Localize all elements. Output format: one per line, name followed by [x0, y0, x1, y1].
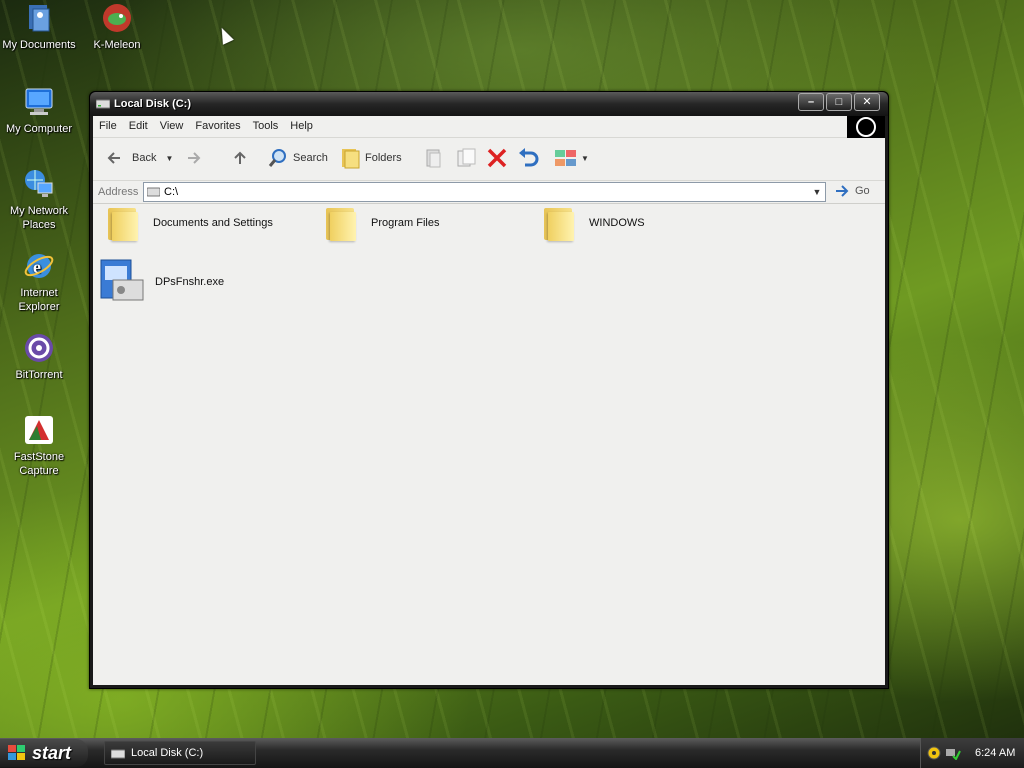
file-item-folder[interactable]: Documents and Settings: [105, 204, 273, 242]
search-button[interactable]: Search: [268, 147, 328, 169]
up-button[interactable]: [231, 147, 249, 169]
menu-help[interactable]: Help: [284, 116, 319, 132]
my-documents-icon: [23, 2, 55, 34]
installer-exe-icon: [100, 259, 144, 301]
tray-network-icon[interactable]: [945, 746, 961, 760]
explorer-window: Local Disk (C:) – □ ✕ File Edit View Favori…: [89, 91, 889, 689]
internet-explorer-icon: e: [23, 250, 55, 282]
copy-to-icon: [457, 148, 476, 167]
window-body: File Edit View Favorites Tools Help Back ▼ Se…: [93, 116, 885, 685]
up-arrow-icon: [234, 151, 246, 164]
desktop-icon-label: Internet Explorer: [18, 287, 60, 313]
go-button[interactable]: Go: [835, 184, 870, 198]
desktop-icon-label: My Computer: [5, 123, 73, 135]
folder-icon: [323, 204, 357, 242]
views-icon: [555, 150, 576, 166]
toolbar: Back ▼ Search Folders ▼: [93, 138, 885, 181]
copy-to-button[interactable]: [455, 147, 477, 169]
back-arrow-icon: [107, 152, 120, 164]
back-label: Back: [132, 152, 157, 164]
folders-label: Folders: [365, 152, 402, 164]
bittorrent-icon: [23, 332, 55, 364]
start-button[interactable]: start: [0, 739, 88, 767]
menu-bar: File Edit View Favorites Tools Help: [93, 116, 885, 138]
menu-file[interactable]: File: [93, 116, 123, 132]
desktop-icon-label: FastStone Capture: [13, 451, 65, 477]
desktop-icon-internet-explorer[interactable]: e Internet Explorer: [0, 250, 78, 314]
drive-icon: [147, 187, 160, 197]
file-item-name: Documents and Settings: [153, 217, 273, 229]
delete-button[interactable]: [486, 147, 508, 169]
folder-icon: [105, 204, 139, 242]
menu-favorites[interactable]: Favorites: [189, 116, 246, 132]
move-to-button[interactable]: [423, 147, 443, 169]
file-item-name: Program Files: [371, 217, 440, 229]
views-dropdown-icon: ▼: [581, 153, 589, 163]
tray-clock[interactable]: 6:24 AM: [975, 747, 1015, 759]
menu-tools[interactable]: Tools: [247, 116, 285, 132]
desktop-icon-label: My Network Places: [9, 205, 69, 231]
window-title: Local Disk (C:): [114, 98, 192, 110]
minimize-button[interactable]: –: [798, 93, 824, 111]
taskbar: start Local Disk (C:) 6:24 AM: [0, 738, 1024, 768]
file-item-folder[interactable]: WINDOWS: [541, 204, 645, 242]
folders-button[interactable]: Folders: [340, 147, 402, 169]
file-item-name: DPsFnshr.exe: [155, 276, 225, 288]
drive-icon: [96, 99, 110, 109]
menu-view[interactable]: View: [154, 116, 190, 132]
forward-arrow-icon: [188, 152, 201, 164]
move-to-icon: [426, 149, 441, 168]
mouse-cursor-icon: [216, 25, 234, 45]
search-icon: [268, 149, 286, 167]
undo-icon: [519, 148, 539, 167]
system-tray: 6:24 AM: [920, 738, 1024, 768]
address-value: C:\: [164, 186, 179, 198]
window-titlebar[interactable]: Local Disk (C:) – □ ✕: [90, 92, 888, 116]
desktop-icon-label: BitTorrent: [15, 369, 63, 381]
go-label: Go: [855, 185, 870, 197]
desktop-icon-label: K-Meleon: [93, 39, 141, 51]
menu-edit[interactable]: Edit: [123, 116, 154, 132]
start-label: start: [32, 742, 72, 763]
file-item-name: WINDOWS: [589, 217, 645, 229]
back-dropdown-icon[interactable]: ▼: [165, 154, 173, 163]
desktop-icon-bittorrent[interactable]: BitTorrent: [0, 332, 78, 382]
tray-app-icon[interactable]: [927, 746, 941, 760]
desktop-icon-my-computer[interactable]: My Computer: [0, 86, 78, 136]
views-button[interactable]: ▼: [554, 147, 589, 169]
folders-icon: [342, 149, 360, 169]
forward-button[interactable]: [185, 147, 203, 169]
address-input[interactable]: C:\ ▼: [143, 182, 826, 202]
network-places-icon: [23, 168, 55, 200]
search-label: Search: [293, 152, 328, 164]
windows-logo-icon: [8, 745, 25, 760]
faststone-icon: [23, 414, 55, 446]
file-item-exe[interactable]: DPsFnshr.exe: [99, 258, 224, 306]
taskbar-item-label: Local Disk (C:): [131, 747, 204, 759]
drive-icon: [111, 749, 125, 759]
file-item-folder[interactable]: Program Files: [323, 204, 439, 242]
windows-throbber-icon: [847, 116, 885, 138]
k-meleon-icon: [101, 2, 133, 34]
my-computer-icon: [23, 86, 55, 118]
go-arrow-icon: [836, 185, 849, 197]
back-button[interactable]: Back ▼: [105, 147, 173, 169]
desktop-icon-k-meleon[interactable]: K-Meleon: [78, 2, 156, 52]
desktop-icon-network-places[interactable]: My Network Places: [0, 168, 78, 232]
desktop-icon-label: My Documents: [2, 39, 76, 51]
taskbar-item-local-disk[interactable]: Local Disk (C:): [104, 741, 256, 765]
folder-icon: [541, 204, 575, 242]
close-button[interactable]: ✕: [854, 93, 880, 111]
file-list: Documents and Settings Program Files WIN…: [93, 204, 885, 685]
delete-x-icon: [487, 148, 507, 168]
address-label: Address: [98, 186, 139, 198]
address-bar: Address C:\ ▼ Go: [93, 181, 885, 204]
maximize-button[interactable]: □: [826, 93, 852, 111]
desktop-icon-faststone[interactable]: FastStone Capture: [0, 414, 78, 478]
undo-button[interactable]: [517, 147, 539, 169]
address-dropdown-icon[interactable]: ▼: [811, 184, 823, 200]
desktop-icon-my-documents[interactable]: My Documents: [0, 2, 78, 52]
